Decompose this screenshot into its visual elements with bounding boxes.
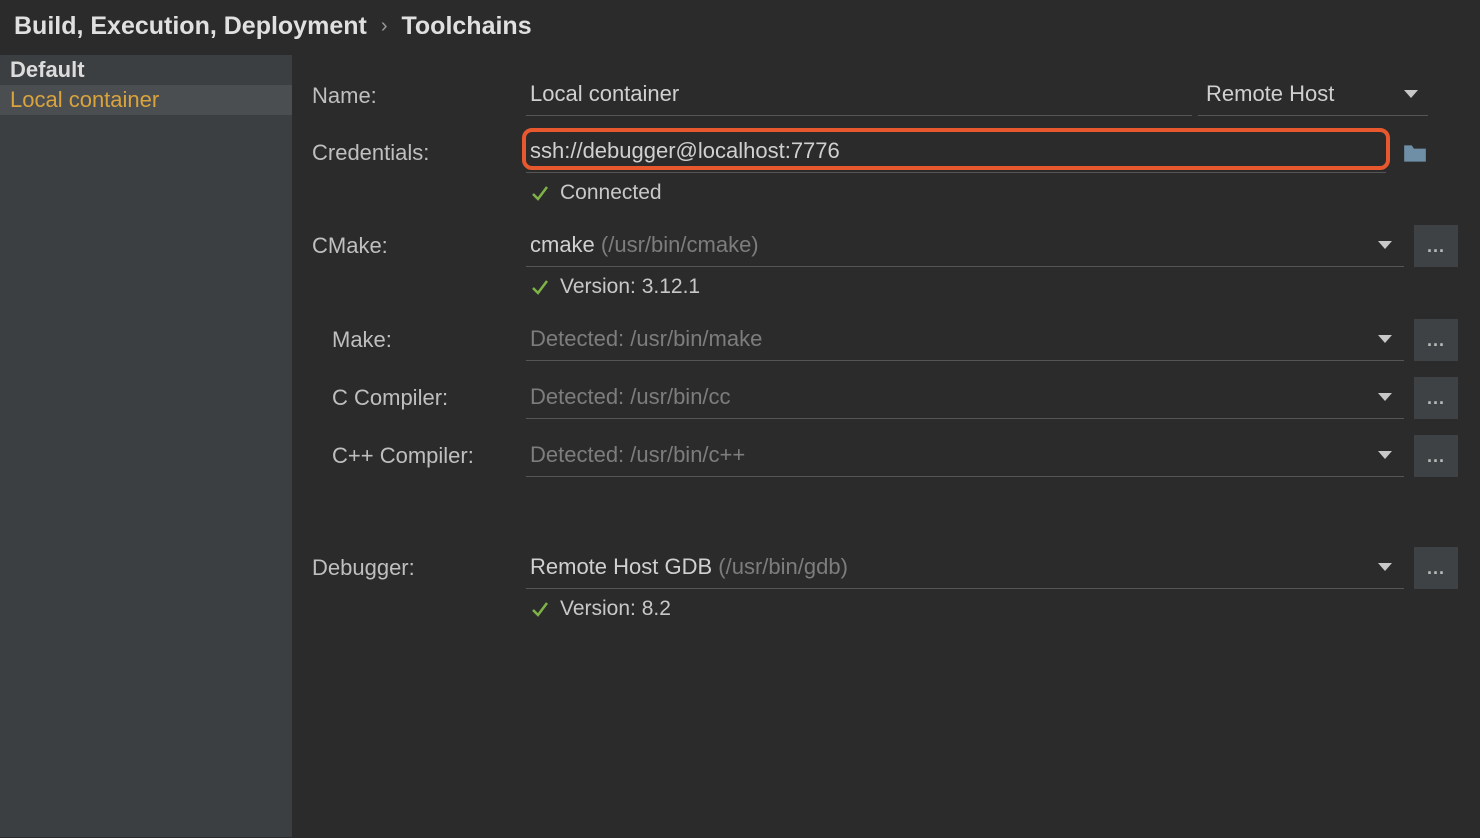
credentials-browse-button[interactable] (1402, 142, 1428, 164)
check-icon (530, 183, 550, 203)
cpp-compiler-select[interactable]: Detected: /usr/bin/c++ (526, 436, 1404, 477)
chevron-down-icon (1378, 393, 1392, 401)
chevron-down-icon (1378, 335, 1392, 343)
host-type-select[interactable]: Remote Host (1198, 75, 1428, 116)
breadcrumb: Build, Execution, Deployment › Toolchain… (0, 0, 1480, 55)
chevron-right-icon: › (381, 15, 388, 38)
ellipsis-icon: ... (1427, 236, 1445, 257)
breadcrumb-current: Toolchains (402, 12, 532, 41)
cpp-compiler-label: C++ Compiler: (312, 435, 526, 469)
sidebar-item-local-container[interactable]: Local container (0, 85, 292, 115)
cmake-label: CMake: (312, 225, 526, 259)
ellipsis-icon: ... (1427, 446, 1445, 467)
check-icon (530, 599, 550, 619)
chevron-down-icon (1378, 563, 1392, 571)
cmake-status: Version: 3.12.1 (526, 267, 1458, 303)
name-label: Name: (312, 75, 526, 109)
c-compiler-browse-button[interactable]: ... (1414, 377, 1458, 419)
make-label: Make: (312, 319, 526, 353)
cmake-browse-button[interactable]: ... (1414, 225, 1458, 267)
sidebar-item-default[interactable]: Default (0, 55, 292, 85)
folder-icon (1402, 142, 1428, 164)
ellipsis-icon: ... (1427, 330, 1445, 351)
credentials-input[interactable]: ssh://debugger@localhost:7776 (526, 132, 1386, 173)
chevron-down-icon (1378, 241, 1392, 249)
credentials-label: Credentials: (312, 132, 526, 166)
chevron-down-icon (1378, 451, 1392, 459)
credentials-status: Connected (526, 173, 1458, 209)
ellipsis-icon: ... (1427, 558, 1445, 579)
name-input[interactable]: Local container (526, 75, 1192, 116)
make-select[interactable]: Detected: /usr/bin/make (526, 320, 1404, 361)
make-browse-button[interactable]: ... (1414, 319, 1458, 361)
chevron-down-icon (1404, 90, 1418, 98)
debugger-label: Debugger: (312, 547, 526, 581)
cpp-compiler-browse-button[interactable]: ... (1414, 435, 1458, 477)
ellipsis-icon: ... (1427, 388, 1445, 409)
toolchain-form: Name: Local container Remote Host Creden… (292, 55, 1480, 837)
debugger-status: Version: 8.2 (526, 589, 1458, 625)
breadcrumb-parent[interactable]: Build, Execution, Deployment (14, 12, 367, 41)
cmake-select[interactable]: cmake (/usr/bin/cmake) (526, 226, 1404, 267)
c-compiler-select[interactable]: Detected: /usr/bin/cc (526, 378, 1404, 419)
c-compiler-label: C Compiler: (312, 377, 526, 411)
toolchains-sidebar: Default Local container (0, 55, 292, 837)
debugger-select[interactable]: Remote Host GDB (/usr/bin/gdb) (526, 548, 1404, 589)
check-icon (530, 277, 550, 297)
debugger-browse-button[interactable]: ... (1414, 547, 1458, 589)
